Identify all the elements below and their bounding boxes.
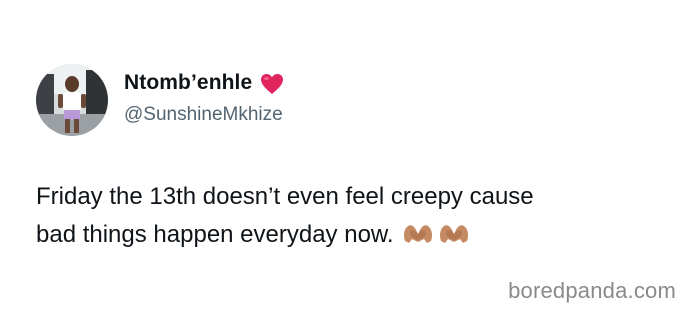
red-heart-icon <box>260 73 284 95</box>
tweet-text-line-2-container: bad things happen everyday now. <box>36 216 676 254</box>
heart-hands-icon <box>402 219 434 243</box>
user-handle[interactable]: @SunshineMkhize <box>124 104 283 126</box>
avatar-photo <box>36 64 108 136</box>
tweet-text: Friday the 13th doesn’t even feel creepy… <box>36 178 676 254</box>
avatar[interactable] <box>36 64 108 136</box>
display-name-row: Ntomb’enhle <box>124 68 284 98</box>
display-name[interactable]: Ntomb’enhle <box>124 71 252 95</box>
tweet-card: Ntomb’enhle @SunshineMkhize Friday the 1… <box>0 0 700 316</box>
heart-hands-icon <box>438 219 470 243</box>
tweet-text-line: bad things happen everyday now. <box>36 221 394 248</box>
tweet-text-line: Friday the 13th doesn’t even feel creepy… <box>36 183 534 210</box>
watermark: boredpanda.com <box>508 278 676 303</box>
